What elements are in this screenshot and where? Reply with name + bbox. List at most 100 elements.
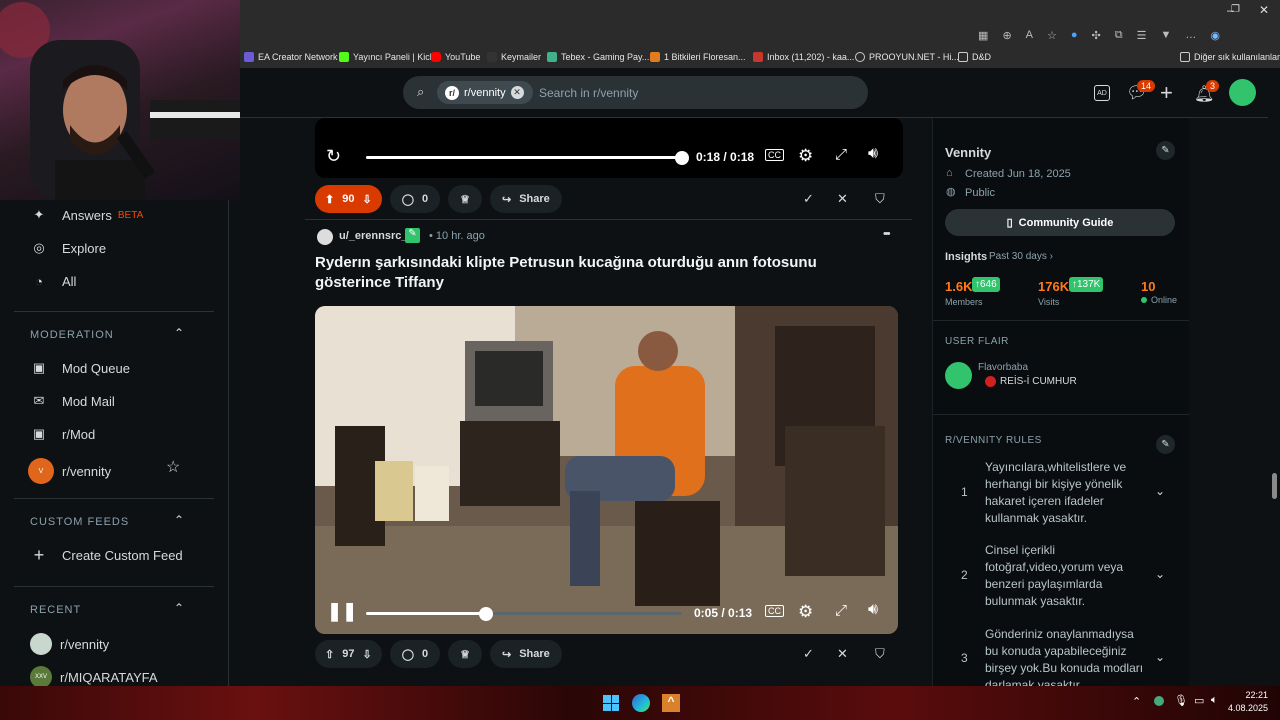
- speaker-icon[interactable]: 🔈︎: [1211, 694, 1218, 707]
- bookmark-ea[interactable]: EA Creator Network: [244, 52, 338, 62]
- shield-icon[interactable]: ⛉: [875, 646, 885, 662]
- vote-control-1[interactable]: ⬆ 90 ⇩: [315, 185, 382, 213]
- favorite-star-icon[interactable]: ☆: [166, 457, 180, 477]
- award-button-2[interactable]: ♕: [448, 640, 482, 668]
- insights-period[interactable]: Past 30 days ›: [989, 251, 1053, 262]
- tray-app-icon[interactable]: [1154, 696, 1164, 706]
- rule-text-1[interactable]: Yayıncılara,whitelistlere ve herhangi bi…: [985, 459, 1150, 527]
- sidebar-item-r-mod[interactable]: ▣ r/Mod: [30, 425, 95, 443]
- more-icon[interactable]: …: [1185, 29, 1196, 42]
- seek-knob-2[interactable]: [479, 607, 493, 621]
- page-scrollbar[interactable]: [1268, 68, 1280, 686]
- custom-feeds-header[interactable]: CUSTOM FEEDS: [30, 516, 129, 528]
- edge-browser-icon[interactable]: [632, 694, 650, 712]
- vpn-icon[interactable]: ▼: [1161, 29, 1172, 42]
- award-button-1[interactable]: ♕: [448, 185, 482, 213]
- upvote-icon[interactable]: ⇧: [325, 648, 334, 661]
- chevron-up-icon[interactable]: ⌃: [174, 326, 184, 340]
- comments-button-2[interactable]: ◯ 0: [389, 640, 441, 668]
- close-window-button[interactable]: ✕: [1259, 3, 1269, 17]
- upvote-icon[interactable]: ⬆: [325, 193, 334, 206]
- approve-icon[interactable]: ✓: [803, 646, 814, 662]
- sidebar-item-mod-mail[interactable]: ✉ Mod Mail: [30, 392, 115, 410]
- chevron-down-icon[interactable]: ⌄: [1155, 567, 1165, 581]
- edit-rules-icon[interactable]: ✎: [1156, 435, 1175, 454]
- zoom-icon[interactable]: ⊕: [1002, 29, 1011, 42]
- post-author[interactable]: u/_erennsrc_: [339, 230, 407, 242]
- video-player-1[interactable]: ↻ 0:18 / 0:18 CC ⚙ ⤢ 🔊︎: [315, 118, 903, 178]
- user-avatar[interactable]: [1229, 79, 1256, 106]
- windows-start-icon[interactable]: [603, 695, 619, 711]
- bookmark-dnd[interactable]: D&D: [958, 52, 991, 62]
- apps-icon[interactable]: ▦: [978, 29, 988, 42]
- bookmark-youtube[interactable]: YouTube: [431, 52, 480, 62]
- split-icon[interactable]: ⧉: [1115, 29, 1123, 42]
- edit-pencil-icon[interactable]: ✎: [1156, 141, 1175, 160]
- captions-icon[interactable]: CC: [765, 149, 784, 161]
- remove-icon[interactable]: ✕: [837, 191, 848, 207]
- clear-chip-icon[interactable]: ✕: [510, 86, 524, 99]
- sidebar-item-all[interactable]: ◔ All: [30, 272, 76, 290]
- author-avatar[interactable]: [317, 229, 333, 245]
- chevron-up-icon[interactable]: ⌃: [174, 513, 184, 527]
- read-aloud-icon[interactable]: A: [1026, 29, 1033, 42]
- volume-icon[interactable]: 🔊︎: [868, 601, 878, 619]
- approve-icon[interactable]: ✓: [803, 191, 814, 207]
- recent-item-vennity[interactable]: r/vennity: [30, 633, 109, 655]
- share-button-2[interactable]: ↪ Share: [490, 640, 562, 668]
- pause-icon[interactable]: ❚❚: [327, 601, 357, 622]
- chevron-down-icon[interactable]: ⌄: [1155, 650, 1165, 664]
- sidebar-item-explore[interactable]: ◎ Explore: [30, 239, 106, 257]
- recent-item-miqaratayfa[interactable]: XXV r/MIQARATAYFA: [30, 666, 158, 688]
- bookmark-other[interactable]: Diğer sık kullanılanlar: [1180, 52, 1280, 62]
- display-icon[interactable]: ▭: [1194, 694, 1204, 707]
- vote-control-2[interactable]: ⇧ 97 ⇩: [315, 640, 382, 668]
- shield-icon[interactable]: ⛉: [875, 191, 885, 207]
- replay-icon[interactable]: ↻: [326, 146, 341, 167]
- community-guide-button[interactable]: ▯ Community Guide: [945, 209, 1175, 236]
- bookmark-prooyun[interactable]: PROOYUN.NET - Hi...: [855, 52, 959, 62]
- create-post-icon[interactable]: +: [1160, 80, 1173, 106]
- recent-header[interactable]: RECENT: [30, 604, 81, 616]
- post-menu-icon[interactable]: •••: [883, 228, 890, 240]
- downvote-icon[interactable]: ⇩: [362, 193, 371, 206]
- maximize-button[interactable]: ❐: [1231, 4, 1240, 15]
- favorite-star-icon[interactable]: ☆: [1047, 29, 1057, 42]
- bookmark-kick[interactable]: Yayıncı Paneli | Kick: [339, 52, 434, 62]
- captions-icon[interactable]: CC: [765, 605, 784, 617]
- bookmark-bitkiler[interactable]: 1 Bitkileri Floresan...: [650, 52, 746, 62]
- rule-text-3[interactable]: Gönderiniz onaylanmadıysa bu konuda yapa…: [985, 626, 1150, 686]
- puzzle-icon[interactable]: ✣: [1092, 29, 1101, 42]
- rule-text-2[interactable]: Cinsel içerikli fotoğraf,video,yorum vey…: [985, 542, 1150, 610]
- chevron-up-icon[interactable]: ⌃: [174, 601, 184, 615]
- app-icon[interactable]: ^: [662, 694, 680, 712]
- tray-chevron-icon[interactable]: ⌃: [1132, 695, 1141, 708]
- extension-icon[interactable]: ●: [1071, 29, 1078, 42]
- advertise-icon[interactable]: AD: [1094, 85, 1110, 101]
- copilot-icon[interactable]: ◉: [1210, 29, 1220, 42]
- sidebar-item-answers[interactable]: ✦ Answers BETA: [30, 206, 144, 224]
- share-button-1[interactable]: ↪ Share: [490, 185, 562, 213]
- moderation-header[interactable]: MODERATION: [30, 329, 114, 341]
- settings-gear-icon[interactable]: ⚙: [798, 146, 813, 166]
- comments-button-1[interactable]: ◯ 0: [389, 185, 441, 213]
- post-title[interactable]: Ryderın şarkısındaki klipte Petrusun kuc…: [315, 253, 895, 293]
- sidebar-item-r-vennity[interactable]: Vr/vennity: [28, 458, 111, 484]
- fullscreen-icon[interactable]: ⤢: [835, 146, 847, 163]
- sidebar-item-mod-queue[interactable]: ▣ Mod Queue: [30, 359, 130, 377]
- scrollbar-thumb[interactable]: [1272, 473, 1277, 499]
- seek-knob-1[interactable]: [675, 151, 689, 165]
- fullscreen-icon[interactable]: ⤢: [835, 602, 847, 619]
- settings-gear-icon[interactable]: ⚙: [798, 602, 813, 622]
- microphone-icon[interactable]: 🎙︎: [1174, 694, 1188, 707]
- clock-time[interactable]: 22:21: [1234, 690, 1268, 700]
- bookmark-keymailer[interactable]: Keymailer: [487, 52, 541, 62]
- search-input[interactable]: Search in r/vennity: [539, 86, 638, 100]
- community-search-chip[interactable]: r/ r/vennity ✕: [437, 81, 533, 104]
- bookmark-tebex[interactable]: Tebex - Gaming Pay...: [547, 52, 649, 62]
- volume-icon[interactable]: 🔊︎: [868, 145, 878, 163]
- create-custom-feed[interactable]: + Create Custom Feed: [30, 545, 183, 565]
- video-player-2[interactable]: ❚❚ 0:05 / 0:13 CC ⚙ ⤢ 🔊︎: [315, 306, 898, 634]
- clock-date[interactable]: 4.08.2025: [1226, 703, 1268, 713]
- favorites-icon[interactable]: ☰: [1137, 29, 1147, 42]
